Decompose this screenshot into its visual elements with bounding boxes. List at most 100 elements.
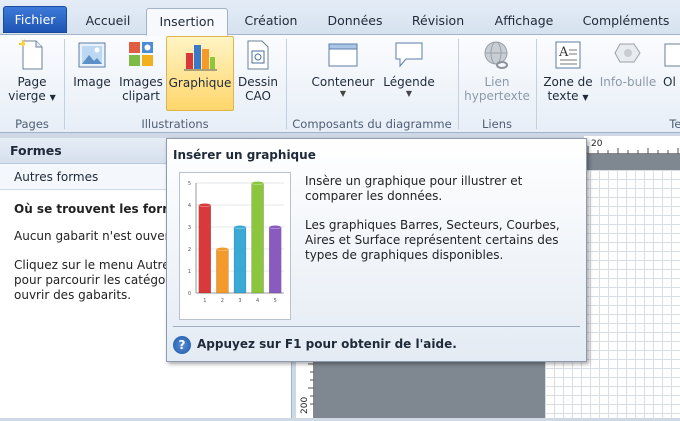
screentip-desc-2: Les graphiques Barres, Secteurs, Courbes… <box>305 218 560 262</box>
textbox-icon: A <box>555 41 581 69</box>
group-links: Lien hypertexte Liens <box>459 35 535 133</box>
group-pages: Page vierge ▼ Pages <box>0 35 64 133</box>
ribbon: Page vierge ▼ Pages Image Images clipart… <box>0 35 680 133</box>
y-tick-label: 5 <box>188 181 191 187</box>
tab-complements[interactable]: Compléments <box>576 8 676 35</box>
screentip-chart-preview: 0 1 2 3 4 5 1 2 3 4 5 <box>179 172 291 320</box>
screentip-title: Insérer un graphique <box>173 148 316 162</box>
object-icon <box>664 43 680 67</box>
x-tick-label: 2 <box>221 298 224 304</box>
group-text: A Zone de texte ▼ Info-bulle Ol Tex <box>537 35 680 133</box>
screentip-label: Info-bulle <box>599 75 657 89</box>
chart-label: Graphique <box>168 76 232 90</box>
container-button[interactable]: Conteneur ▼ <box>309 38 377 98</box>
tab-creation[interactable]: Création <box>236 8 306 35</box>
blank-page-icon <box>19 39 43 70</box>
hyperlink-label-2: hypertexte <box>464 89 530 103</box>
preview-bar-chart: 0 1 2 3 4 5 1 2 3 4 5 <box>188 181 284 304</box>
bar <box>198 204 212 294</box>
tab-accueil[interactable]: Accueil <box>76 8 140 35</box>
callout-icon <box>395 42 423 68</box>
hyperlink-label-1: Lien <box>484 75 510 89</box>
ruler-ticks: 200 <box>300 363 314 414</box>
screentip-help-text: Appuyez sur F1 pour obtenir de l'aide. <box>197 337 457 351</box>
tab-affichage[interactable]: Affichage <box>487 8 561 35</box>
group-label-illustrations: Illustrations <box>141 117 209 131</box>
group-illustrations: Image Images clipart Graphique Dessin CA… <box>65 35 285 133</box>
y-tick-label: 3 <box>188 225 191 231</box>
tab-revision[interactable]: Révision <box>404 8 472 35</box>
dropdown-arrow-icon: ▼ <box>339 89 347 98</box>
picture-icon <box>78 42 106 68</box>
ruler-label: 200 <box>300 397 310 414</box>
y-tick-label: 2 <box>188 247 191 253</box>
legend-label: Légende <box>383 75 435 89</box>
textbox-button[interactable]: A Zone de texte ▼ <box>539 38 597 105</box>
bar-chart-icon <box>184 45 217 71</box>
vertical-ruler: 200 <box>296 360 314 418</box>
tab-donnees[interactable]: Données <box>320 8 390 35</box>
ruler-ticks: 20 <box>587 139 679 154</box>
image-label: Image <box>73 75 111 89</box>
dropdown-arrow-icon: ▼ <box>49 93 56 102</box>
screentip-description: Insère un graphique pour illustrer et co… <box>305 174 575 277</box>
hyperlink-button[interactable]: Lien hypertexte <box>463 38 531 103</box>
object-label: Ol <box>663 75 676 89</box>
textbox-label-2: texte <box>547 89 579 103</box>
ribbon-tab-strip: Fichier Accueil Insertion Création Donné… <box>0 0 680 36</box>
x-tick-label: 1 <box>203 298 206 304</box>
help-icon: ? <box>173 335 191 354</box>
clipart-label-2: clipart <box>122 89 160 103</box>
horizontal-ruler: 20 <box>584 136 680 154</box>
tab-insertion[interactable]: Insertion <box>146 8 228 36</box>
clipart-icon <box>129 42 153 66</box>
ruler-label: 20 <box>591 139 603 149</box>
bar-top <box>268 225 282 229</box>
bar <box>251 182 264 294</box>
container-icon <box>328 43 358 67</box>
image-button[interactable]: Image <box>69 38 115 89</box>
container-label: Conteneur <box>311 75 375 89</box>
y-tick-label: 0 <box>188 291 191 297</box>
group-label-links: Liens <box>482 117 512 131</box>
page-blank-label-1: Page <box>17 75 47 89</box>
x-tick-label: 5 <box>274 298 277 304</box>
group-label-diagram-parts: Composants du diagramme <box>292 117 452 131</box>
svg-text:A: A <box>558 45 569 60</box>
screentip-icon <box>614 43 641 63</box>
chart-button[interactable]: Graphique <box>166 36 234 111</box>
clipart-button[interactable]: Images clipart <box>119 38 163 103</box>
object-button[interactable]: Ol <box>663 38 680 89</box>
bar-top <box>233 225 247 229</box>
screentip-desc-1: Insère un graphique pour illustrer et co… <box>305 174 523 203</box>
clipart-label-1: Images <box>119 75 163 89</box>
chart-screentip: Insérer un graphique 0 1 2 3 4 5 1 2 3 4 5 Insère … <box>166 138 587 362</box>
x-tick-label: 4 <box>256 298 259 304</box>
screentip-help: ? Appuyez sur F1 pour obtenir de l'aide. <box>173 334 457 354</box>
x-tick-label: 3 <box>238 298 241 304</box>
group-label-text: Tex <box>669 117 680 131</box>
page-blank-button[interactable]: Page vierge ▼ <box>4 38 60 105</box>
y-tick-label: 4 <box>188 203 191 209</box>
bar-top <box>216 247 229 251</box>
bar <box>216 248 229 294</box>
group-label-pages: Pages <box>15 117 49 131</box>
dropdown-arrow-icon: ▼ <box>582 93 589 102</box>
bar <box>268 226 282 294</box>
dropdown-arrow-icon: ▼ <box>405 89 413 98</box>
screentip-button[interactable]: Info-bulle <box>597 38 659 89</box>
bar-top <box>198 203 212 207</box>
y-tick-label: 1 <box>188 269 191 275</box>
tab-fichier[interactable]: Fichier <box>3 6 67 33</box>
screentip-divider <box>173 326 580 327</box>
cad-drawing-button[interactable]: Dessin CAO <box>236 38 280 103</box>
cad-label-2: CAO <box>245 89 271 103</box>
textbox-label-1: Zone de <box>543 75 593 89</box>
bar <box>233 226 247 294</box>
page-blank-label-2: vierge <box>8 89 46 103</box>
bar-top <box>251 181 264 185</box>
cad-label-1: Dessin <box>237 75 279 89</box>
legend-button[interactable]: Légende ▼ <box>379 38 439 98</box>
cad-drawing-icon <box>247 40 269 70</box>
hyperlink-globe-icon <box>484 41 508 69</box>
